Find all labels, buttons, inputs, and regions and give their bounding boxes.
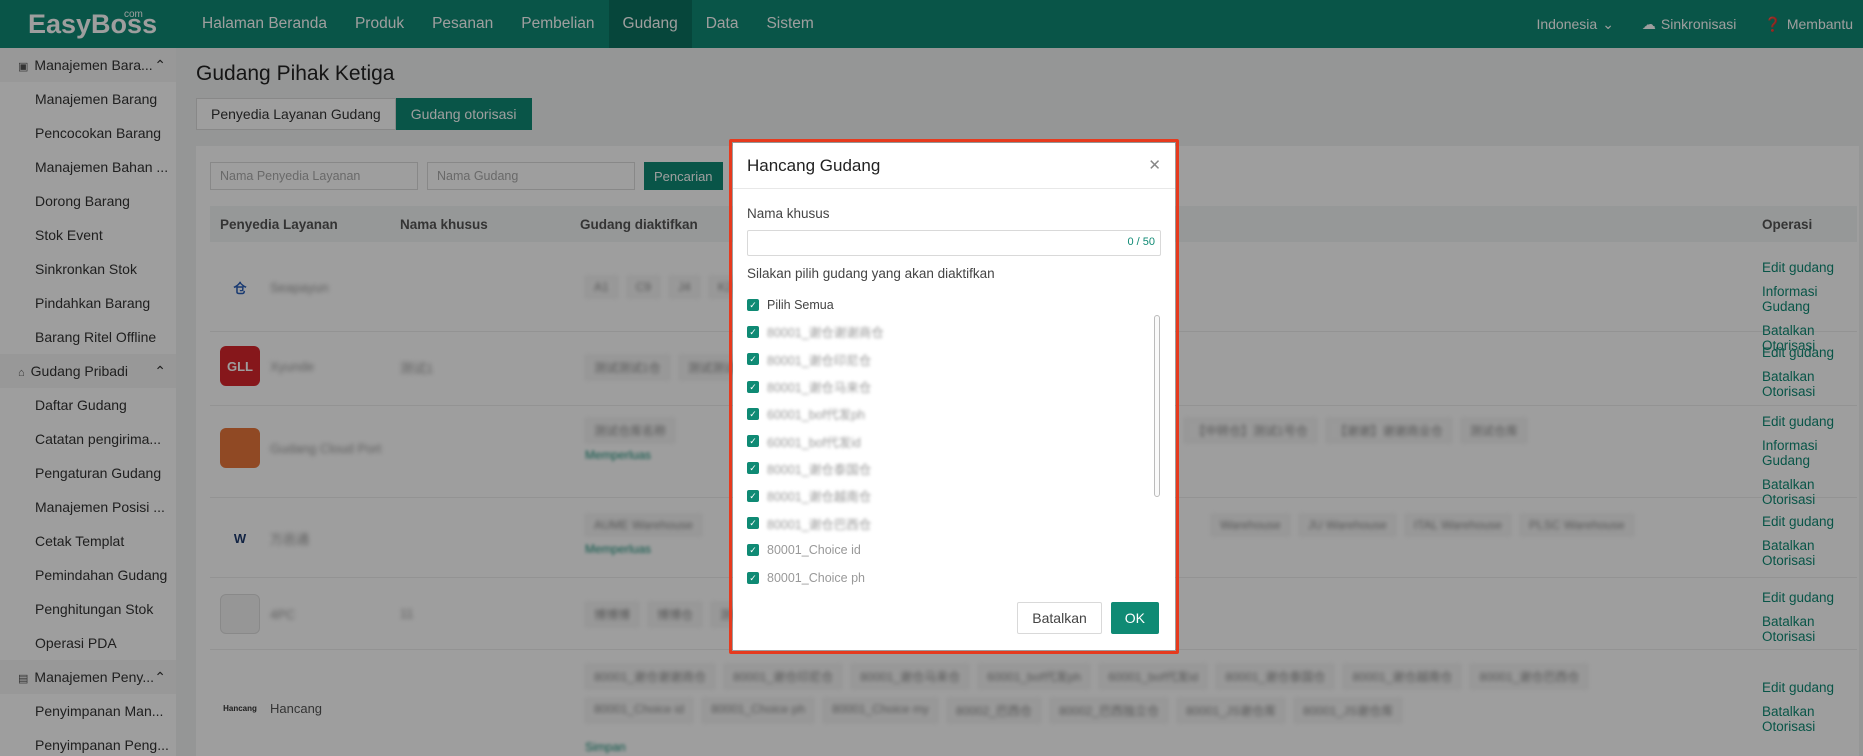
- checkbox-checked-icon: ✓: [747, 544, 759, 557]
- warehouse-checkbox[interactable]: ✓ 80001_Choice ph: [747, 564, 1161, 591]
- checkbox-checked-icon: ✓: [747, 517, 759, 530]
- warehouse-checkbox[interactable]: ✓ 80001_谢仓谢谢商仓: [747, 318, 1161, 345]
- warehouse-checkbox[interactable]: ✓ 80001_谢仓印尼仓: [747, 346, 1161, 373]
- checkbox-checked-icon: ✓: [747, 298, 759, 311]
- checkbox-label: 80001_谢仓泰国仓: [767, 462, 872, 477]
- checkbox-label: 60001_bof代发id: [767, 435, 861, 450]
- checkbox-label: 80001_谢仓谢谢商仓: [767, 326, 884, 341]
- checkbox-label: Pilih Semua: [767, 297, 834, 312]
- select-warehouse-label: Silakan pilih gudang yang akan diaktifka…: [747, 266, 995, 281]
- warehouse-checkbox[interactable]: ✓ 80001_谢仓泰国仓: [747, 455, 1161, 482]
- checkbox-label: 80001_谢仓巴西仓: [767, 517, 872, 532]
- checkbox-checked-icon: ✓: [747, 571, 759, 584]
- checkbox-checked-icon: ✓: [747, 462, 759, 475]
- checkbox-label: 80001_Choice ph: [767, 570, 865, 585]
- checkbox-checked-icon: ✓: [747, 380, 759, 393]
- alias-label: Nama khusus: [747, 206, 830, 221]
- warehouse-checkbox[interactable]: ✓ 80001_谢仓越南仓: [747, 482, 1161, 509]
- warehouse-dialog: Hancang Gudang ✕ Nama khusus 0 / 50 Sila…: [733, 143, 1175, 650]
- warehouse-checkbox[interactable]: ✓ 80001_Choice id: [747, 537, 1161, 564]
- warehouse-checkbox-list: ✓ Pilih Semua ✓ 80001_谢仓谢谢商仓 ✓ 80001_谢仓印尼仓 …: [747, 291, 1161, 591]
- checkbox-label: 80001_Choice id: [767, 543, 861, 558]
- checkbox-label: 60001_bof代发ph: [767, 408, 865, 423]
- list-scrollbar[interactable]: [1154, 315, 1160, 497]
- warehouse-checkbox[interactable]: ✓ 60001_bof代发ph: [747, 400, 1161, 427]
- alias-input[interactable]: 0 / 50: [747, 230, 1161, 256]
- checkbox-checked-icon: ✓: [747, 407, 759, 420]
- checkbox-label: 80001_谢仓越南仓: [767, 490, 872, 505]
- warehouse-checkbox[interactable]: ✓ 80001_谢仓马来仓: [747, 373, 1161, 400]
- dialog-title: Hancang Gudang: [747, 155, 881, 175]
- checkbox-checked-icon: ✓: [747, 353, 759, 366]
- dialog-footer: Batalkan OK: [1017, 602, 1159, 634]
- warehouse-checkbox[interactable]: ✓ 80001_谢仓巴西仓: [747, 509, 1161, 536]
- char-counter: 0 / 50: [1127, 236, 1155, 248]
- checkbox-label: 80001_谢仓马来仓: [767, 381, 872, 396]
- close-icon[interactable]: ✕: [1148, 156, 1161, 174]
- checkbox-checked-icon: ✓: [747, 489, 759, 502]
- cancel-button[interactable]: Batalkan: [1017, 602, 1102, 634]
- checkbox-label: 80001_谢仓印尼仓: [767, 353, 872, 368]
- checkbox-checked-icon: ✓: [747, 325, 759, 338]
- dialog-header: Hancang Gudang ✕: [733, 143, 1175, 189]
- warehouse-checkbox[interactable]: ✓ 60001_bof代发id: [747, 427, 1161, 454]
- select-all-checkbox[interactable]: ✓ Pilih Semua: [747, 291, 1161, 318]
- checkbox-checked-icon: ✓: [747, 435, 759, 448]
- ok-button[interactable]: OK: [1110, 602, 1159, 634]
